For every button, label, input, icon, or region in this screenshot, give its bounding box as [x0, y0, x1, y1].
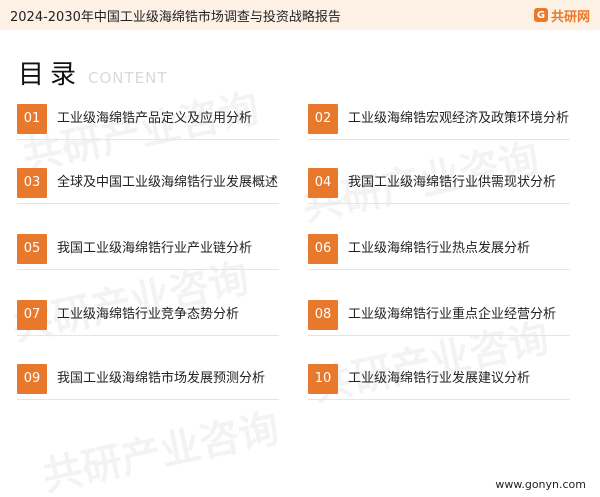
toc-item-03[interactable]: 03 全球及中国工业级海绵锆行业发展概述 — [17, 162, 279, 204]
toc-item-04[interactable]: 04 我国工业级海绵锆行业供需现状分析 — [308, 162, 570, 204]
item-number: 10 — [308, 363, 338, 394]
toc-item-10[interactable]: 10 工业级海绵锆行业发展建议分析 — [308, 358, 570, 400]
brand-logo: G 共研网 — [533, 6, 590, 25]
item-label: 工业级海绵锆行业热点发展分析 — [348, 240, 531, 256]
item-label: 工业级海绵锆行业竞争态势分析 — [57, 306, 240, 322]
item-number: 01 — [17, 103, 47, 134]
toc-title: 目录 — [18, 60, 83, 90]
item-label: 我国工业级海绵锆行业产业链分析 — [57, 240, 253, 256]
logo-text: 共研网 — [550, 9, 590, 25]
item-label: 工业级海绵锆行业发展建议分析 — [348, 370, 531, 386]
toc-heading: 目录 CONTENT — [18, 54, 168, 91]
item-number: 08 — [308, 299, 338, 330]
watermark: 共研产业咨询 — [37, 396, 284, 497]
toc-item-01[interactable]: 01 工业级海绵锆产品定义及应用分析 — [17, 98, 279, 140]
logo-mark-icon: G — [533, 8, 548, 22]
item-label: 工业级海绵锆产品定义及应用分析 — [57, 110, 253, 126]
item-label: 我国工业级海绵锆行业供需现状分析 — [348, 174, 557, 190]
header-bar: 2024-2030年中国工业级海绵锆市场调查与投资战略报告 G 共研网 — [0, 0, 600, 30]
toc-item-06[interactable]: 06 工业级海绵锆行业热点发展分析 — [308, 228, 570, 270]
toc-item-05[interactable]: 05 我国工业级海绵锆行业产业链分析 — [17, 228, 279, 270]
item-number: 05 — [17, 233, 47, 264]
item-number: 04 — [308, 167, 338, 198]
toc-subtitle: CONTENT — [88, 69, 168, 87]
item-label: 全球及中国工业级海绵锆行业发展概述 — [57, 174, 279, 190]
item-number: 07 — [17, 299, 47, 330]
toc-item-07[interactable]: 07 工业级海绵锆行业竞争态势分析 — [17, 294, 279, 336]
item-label: 工业级海绵锆行业重点企业经营分析 — [348, 306, 557, 322]
item-label: 工业级海绵锆宏观经济及政策环境分析 — [348, 110, 570, 126]
item-number: 06 — [308, 233, 338, 264]
item-label: 我国工业级海绵锆市场发展预测分析 — [57, 370, 266, 386]
toc-item-08[interactable]: 08 工业级海绵锆行业重点企业经营分析 — [308, 294, 570, 336]
item-number: 02 — [308, 103, 338, 134]
item-number: 09 — [17, 363, 47, 394]
footer-url: www.gonyn.com — [495, 478, 586, 491]
item-number: 03 — [17, 167, 47, 198]
toc-item-09[interactable]: 09 我国工业级海绵锆市场发展预测分析 — [17, 358, 279, 400]
toc-item-02[interactable]: 02 工业级海绵锆宏观经济及政策环境分析 — [308, 98, 570, 140]
report-title: 2024-2030年中国工业级海绵锆市场调查与投资战略报告 — [10, 9, 341, 25]
